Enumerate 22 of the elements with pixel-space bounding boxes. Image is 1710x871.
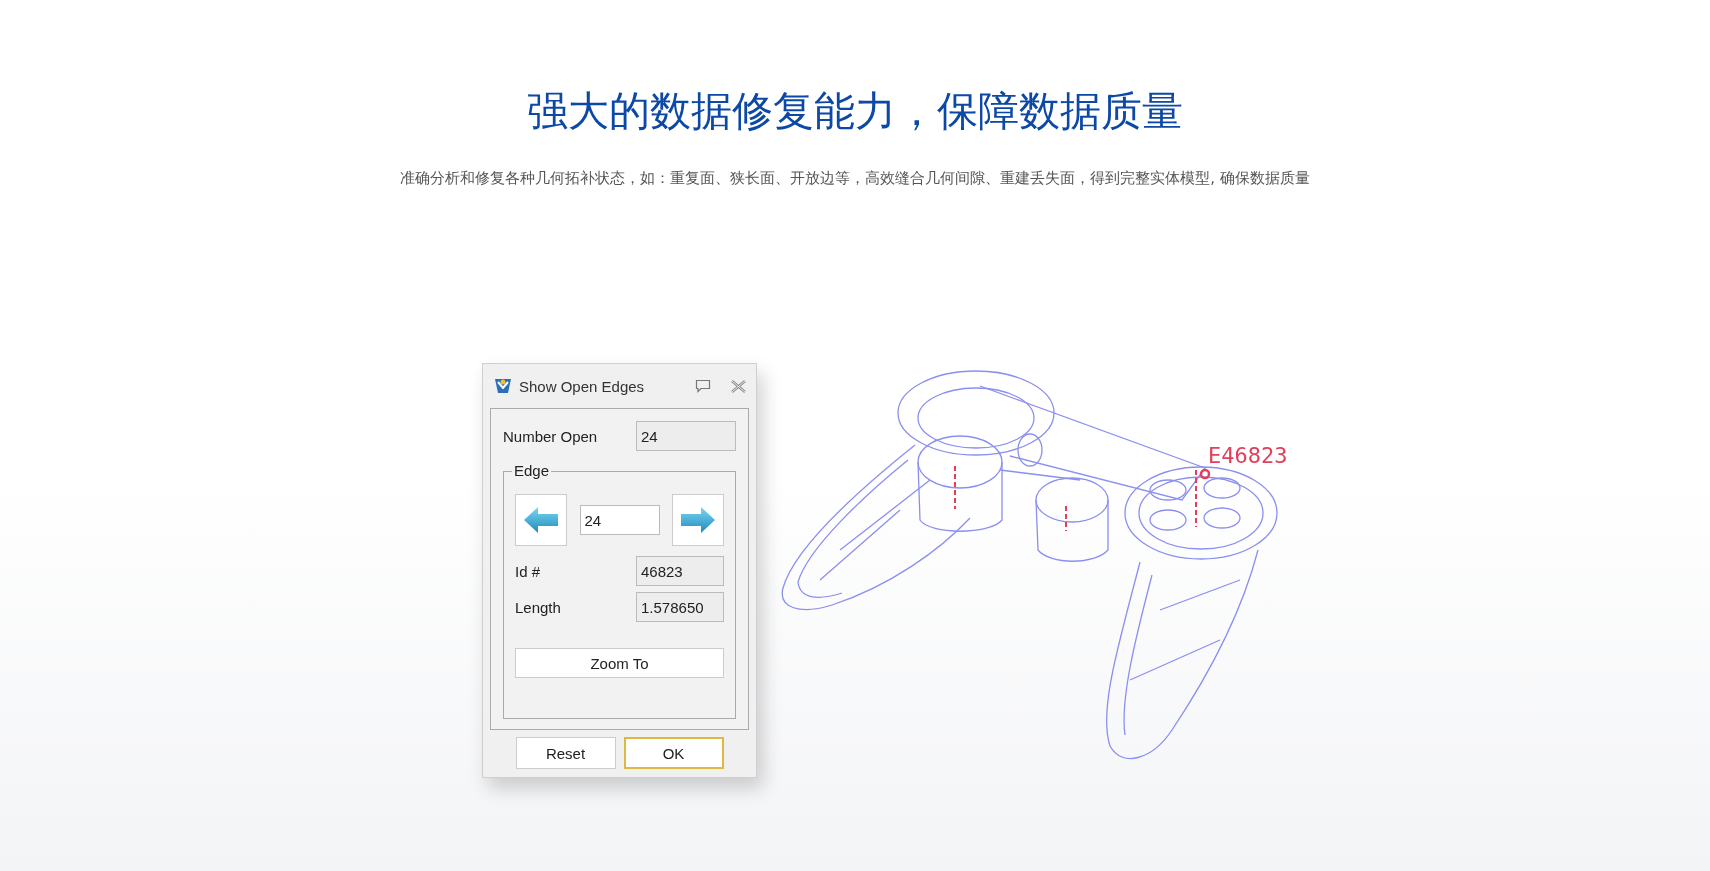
close-icon[interactable] — [731, 379, 746, 393]
right-arrow-icon — [680, 506, 716, 534]
comment-icon[interactable] — [695, 379, 711, 393]
value-field[interactable]: 1.578650 — [636, 592, 724, 622]
dialog-button[interactable]: Reset — [515, 737, 616, 769]
field-label: Id # — [515, 562, 541, 580]
left-arrow-icon — [523, 506, 559, 534]
app-icon — [493, 376, 513, 396]
value-field[interactable]: 46823 — [636, 556, 724, 586]
edge-number-field[interactable]: 24 — [579, 505, 660, 535]
field-label: Length — [515, 598, 561, 616]
next-button[interactable] — [672, 494, 724, 546]
dialog-title: Show Open Edges — [519, 377, 646, 395]
dialog-button[interactable]: OK — [623, 737, 724, 769]
group-legend: Edge — [512, 462, 552, 479]
section-description: 准确分析和修复各种几何拓补状态，如：重复面、狭长面、开放边等，高效缝合几何间隙、重建丢失面，得到完整实体模型, 确保数据质量 — [400, 169, 1310, 188]
field-label: Number Open — [503, 427, 598, 445]
number-open-field[interactable]: 24 — [636, 421, 736, 451]
zoom-to-button[interactable]: Zoom To — [515, 648, 724, 678]
section-heading: 强大的数据修复能力，保障数据质量 — [527, 86, 1183, 137]
edge-id-label: E46823 — [1208, 443, 1288, 468]
previous-button[interactable] — [515, 494, 567, 546]
